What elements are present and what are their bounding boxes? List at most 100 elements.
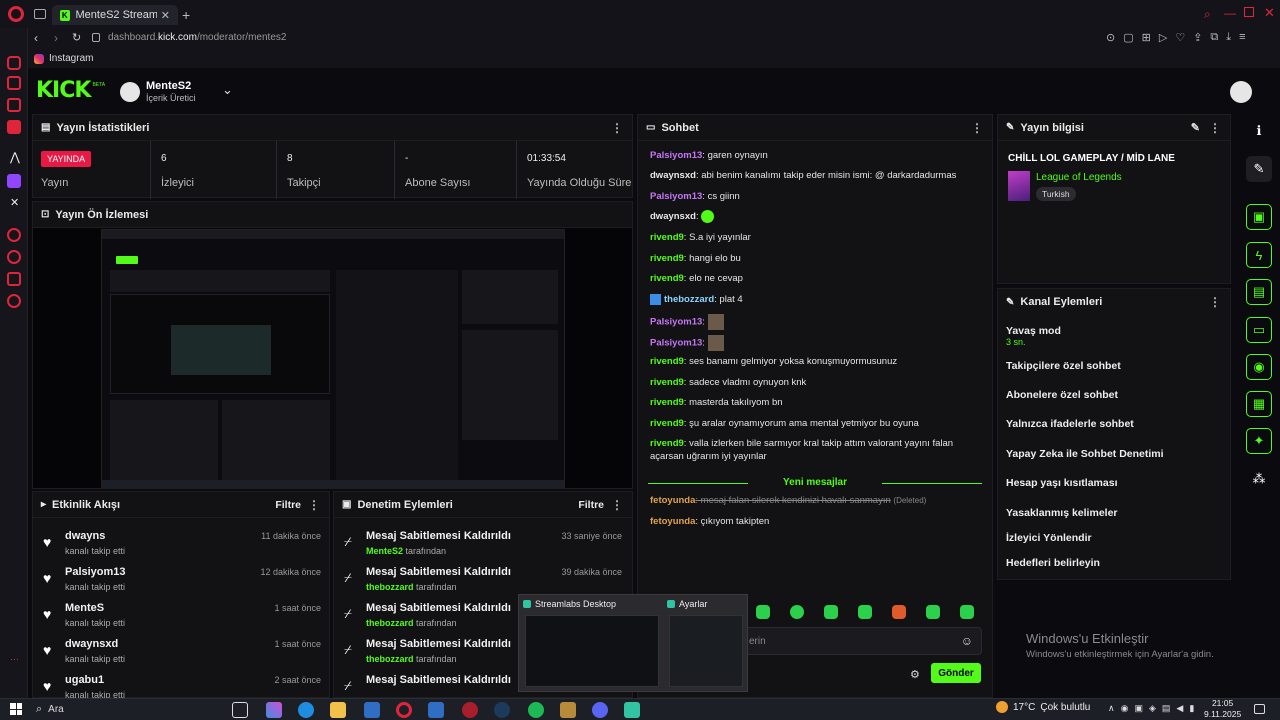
task-view-icon[interactable] (232, 702, 248, 718)
wrench-tool-icon[interactable]: ✦ (1246, 428, 1272, 454)
document-icon[interactable]: ▤ (1246, 279, 1272, 305)
activity-filter-button[interactable]: Filtre (275, 499, 301, 511)
weather-widget[interactable]: 17°C Çok bulutlu (996, 701, 1090, 713)
emote-icon[interactable] (756, 605, 770, 619)
tab-kick-stream[interactable]: K MenteS2 Stream - Kick D ✕ (52, 5, 178, 25)
activity-user[interactable]: ugabu1 (65, 674, 104, 686)
chevron-down-icon[interactable]: ⌄ (222, 82, 233, 98)
search-tabs-icon[interactable]: ⌕ (1204, 7, 1211, 22)
aria-icon[interactable] (7, 56, 21, 70)
edit-icon[interactable]: ✎ (1191, 121, 1200, 134)
moderation-actor[interactable]: thebozzard (366, 654, 414, 664)
send-button[interactable]: Gönder (931, 663, 981, 683)
windows-start-icon[interactable] (10, 703, 22, 715)
apps-icon[interactable]: ⁂ (1246, 466, 1272, 492)
chat-username[interactable]: rivend9 (650, 232, 684, 243)
chat-username[interactable]: rivend9 (650, 253, 684, 264)
messenger-icon[interactable] (7, 98, 21, 112)
chat-username[interactable]: rivend9 (650, 418, 684, 429)
chat-icon[interactable] (7, 76, 21, 90)
translate-icon[interactable]: ⊞ (1142, 31, 1151, 44)
chat-username[interactable]: Palsiyom13 (650, 150, 702, 161)
chat-username[interactable]: fetoyunda (650, 516, 695, 527)
mail-icon[interactable] (428, 702, 444, 718)
more-icon[interactable]: ⋮ (308, 498, 320, 512)
media-icon[interactable] (7, 120, 21, 134)
info-icon[interactable]: ℹ (1246, 118, 1272, 144)
more-icon[interactable]: ⋮ (971, 121, 983, 135)
channel-switcher[interactable]: MenteS2 İçerik Üretici (146, 80, 196, 103)
chat-username[interactable]: rivend9 (650, 377, 684, 388)
category-thumbnail[interactable] (1008, 171, 1030, 201)
forward-icon[interactable]: › (54, 31, 58, 45)
reload-icon[interactable]: ↻ (72, 31, 81, 44)
screen-icon[interactable]: ▣ (1246, 204, 1272, 230)
easy-setup-icon[interactable]: ≡ (1239, 31, 1245, 44)
emote-icon[interactable] (926, 605, 940, 619)
volume-icon[interactable]: ◀ (1176, 703, 1183, 714)
chat-settings-icon[interactable]: ⚙ (910, 668, 920, 681)
preview-settings[interactable]: Ayarlar (667, 599, 745, 689)
bookmark-instagram[interactable]: Instagram (34, 53, 93, 64)
chat-username[interactable]: Palsiyom13 (650, 317, 702, 328)
opera-taskbar-icon[interactable] (396, 702, 412, 718)
chat-username[interactable]: rivend9 (650, 356, 684, 367)
moderation-actor[interactable]: MenteS2 (366, 546, 403, 556)
activity-user[interactable]: dwaynsxd (65, 638, 118, 650)
chat-username[interactable]: rivend9 (650, 438, 684, 449)
network-icon[interactable]: ▤ (1162, 703, 1171, 714)
tray-chevron-icon[interactable]: ∧ (1108, 703, 1115, 714)
copilot-icon[interactable] (266, 702, 282, 718)
tab-island-icon[interactable] (34, 9, 46, 19)
layout-icon[interactable]: ▦ (1246, 391, 1272, 417)
chat-username[interactable]: thebozzard (664, 294, 714, 305)
chat-username[interactable]: Palsiyom13 (650, 191, 702, 202)
notification-icon[interactable] (1254, 704, 1265, 714)
pin-icon[interactable]: ⊙ (1106, 31, 1115, 44)
tray-app-icon[interactable]: ▣ (1134, 703, 1143, 714)
steam-icon[interactable] (494, 702, 510, 718)
store-icon[interactable] (364, 702, 380, 718)
spotify-icon[interactable] (528, 702, 544, 718)
opera-logo-icon[interactable] (8, 6, 24, 22)
league-icon[interactable] (560, 702, 576, 718)
x-icon[interactable]: ✕ (10, 196, 19, 209)
close-tab-icon[interactable]: ✕ (161, 9, 170, 22)
moderation-filter-button[interactable]: Filtre (578, 499, 604, 511)
preview-video[interactable] (101, 229, 565, 488)
activity-user[interactable]: Palsiyom13 (65, 566, 126, 578)
extensions-icon[interactable]: ⧉ (1210, 31, 1218, 44)
chat-tool-icon[interactable]: ▭ (1246, 317, 1272, 343)
moderation-actor[interactable]: thebozzard (366, 618, 414, 628)
extensions-sidebar-icon[interactable] (7, 272, 21, 286)
twitch-icon[interactable] (7, 174, 21, 188)
tray-app-icon[interactable]: ◉ (1121, 703, 1129, 714)
channel-avatar[interactable] (120, 82, 140, 102)
share-icon[interactable]: ⇪ (1193, 31, 1202, 44)
kick-sidebar-icon[interactable]: ⋀ (10, 150, 20, 164)
heart-icon[interactable]: ♡ (1175, 31, 1185, 44)
user-avatar[interactable] (1230, 81, 1252, 103)
player-icon[interactable] (7, 228, 21, 242)
discord-icon[interactable] (592, 702, 608, 718)
chat-username[interactable]: dwaynsxd (650, 170, 696, 181)
battery-icon[interactable]: ▮ (1189, 703, 1194, 714)
new-tab-icon[interactable]: + (182, 7, 190, 23)
chat-username[interactable]: dwaynsxd (650, 211, 696, 222)
snapshot-icon[interactable]: ▢ (1123, 31, 1133, 44)
app-icon[interactable] (462, 702, 478, 718)
more-sidebar-icon[interactable]: ⋯ (10, 654, 19, 665)
url-field[interactable]: dashboard.kick.com/moderator/mentes2 (108, 32, 286, 43)
emote-icon[interactable] (790, 605, 804, 619)
minimize-icon[interactable]: — (1224, 6, 1236, 20)
moderation-actor[interactable]: thebozzard (366, 582, 414, 592)
emote-icon[interactable] (824, 605, 838, 619)
streamlabs-taskbar-icon[interactable] (624, 702, 640, 718)
more-icon[interactable]: ⋮ (1209, 295, 1221, 309)
chat-username[interactable]: Palsiyom13 (650, 338, 702, 349)
download-icon[interactable]: ⤓ (1226, 31, 1231, 44)
chat-username[interactable]: rivend9 (650, 273, 684, 284)
chat-username[interactable]: fetoyunda (650, 495, 695, 506)
kick-logo[interactable]: KICK BETA (36, 78, 105, 103)
chat-username[interactable]: rivend9 (650, 397, 684, 408)
